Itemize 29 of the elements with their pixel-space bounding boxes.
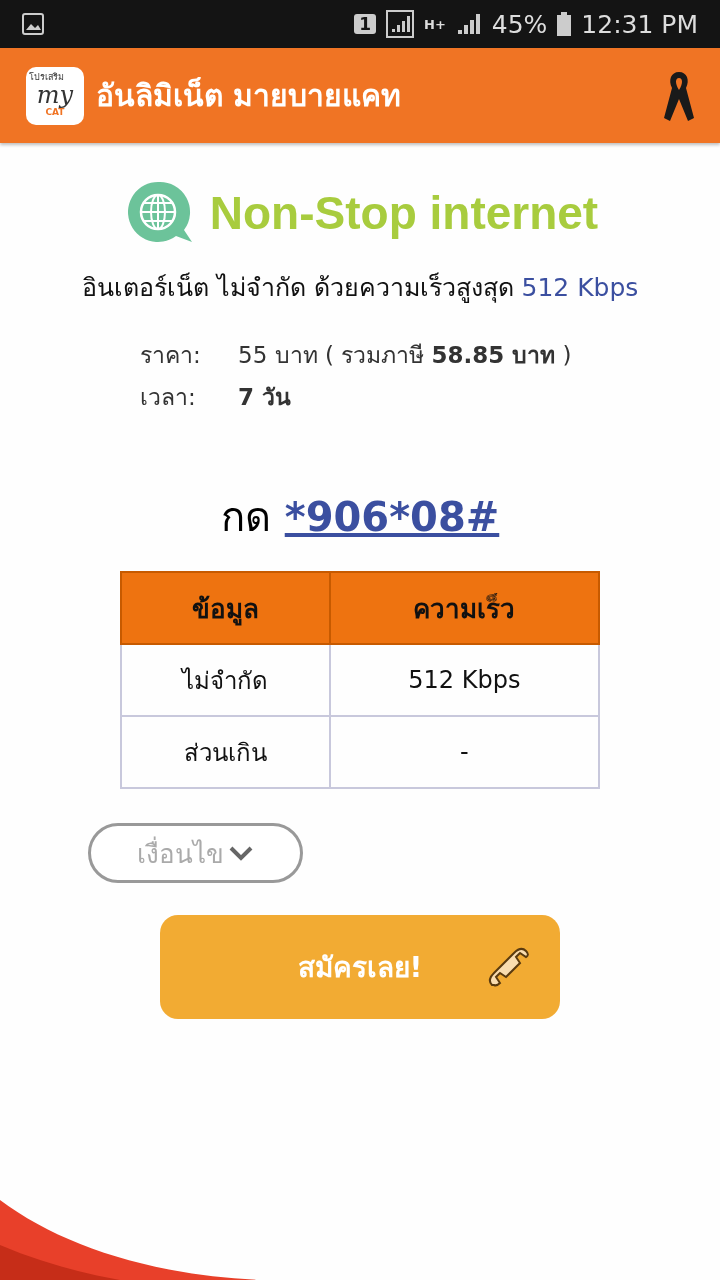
sim-badge: 1 — [354, 14, 376, 34]
table-cell: ส่วนเกิน — [121, 716, 330, 788]
battery-percent: 45% — [491, 9, 548, 39]
detail-value: 55 บาท ( รวมภาษี 58.85 บาท ) — [238, 341, 572, 370]
chevron-icon — [228, 844, 254, 862]
banner-text: Non-Stop internet — [209, 186, 599, 240]
logo-text: โปรเสริม — [29, 70, 64, 84]
dial-code-link[interactable]: *906*08# — [284, 494, 500, 540]
signal-icon — [455, 12, 482, 36]
detail-value: 7 วัน — [238, 383, 292, 412]
column-header: ข้อมูล — [121, 572, 330, 644]
register-button[interactable]: สมัครเลย! — [160, 915, 560, 1019]
signal-icon — [386, 10, 414, 38]
network-type: H+ — [424, 17, 446, 31]
conditions-button[interactable]: เงื่อนไข — [88, 823, 303, 883]
ribbon-icon — [664, 69, 694, 122]
table-cell: 512 Kbps — [329, 644, 599, 716]
table-cell: - — [329, 716, 599, 788]
dial-label: กด — [220, 493, 271, 542]
clock: 12:31 PM — [581, 9, 698, 39]
table-cell: ไม่จำกัด — [121, 644, 330, 716]
headline: อินเตอร์เน็ต ไม่จำกัด ด้วยความเร็วสูงสุด 512 Kbps — [81, 271, 639, 305]
image-icon — [22, 13, 44, 35]
logo-text: my — [36, 82, 74, 107]
detail-label: เวลา: — [140, 383, 197, 412]
battery-icon — [557, 12, 572, 36]
detail-label: ราคา: — [140, 341, 202, 370]
app-title: อันลิมิเน็ต มายบายแคท — [96, 76, 403, 115]
column-header: ความเร็ว — [329, 572, 599, 644]
